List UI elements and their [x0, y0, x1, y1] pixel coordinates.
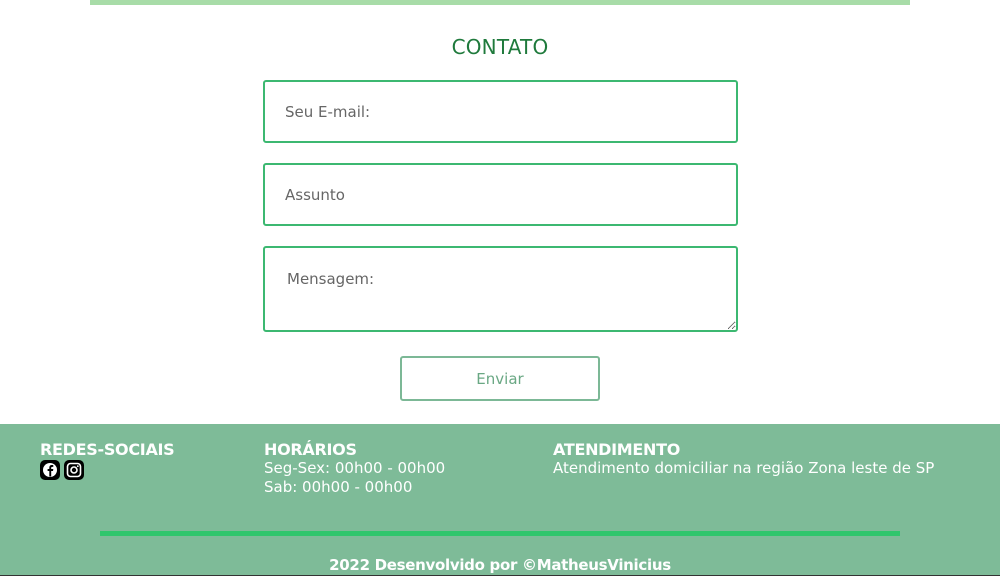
facebook-icon[interactable] [40, 460, 60, 480]
service-text: Atendimento domiciliar na região Zona le… [553, 459, 935, 477]
service-heading: ATENDIMENTO [553, 440, 681, 459]
send-button[interactable]: Enviar [400, 356, 600, 401]
instagram-icon[interactable] [64, 460, 84, 480]
hours-section: HORÁRIOS Seg-Sex: 00h00 - 00h00 Sab: 00h… [264, 440, 445, 497]
hours-heading: HORÁRIOS [264, 440, 357, 459]
social-icons [40, 460, 174, 480]
email-field[interactable] [263, 80, 738, 143]
hours-saturday: Sab: 00h00 - 00h00 [264, 478, 413, 496]
message-field[interactable] [263, 246, 738, 332]
top-accent-bar [90, 0, 910, 5]
hours-weekdays: Seg-Sex: 00h00 - 00h00 [264, 459, 446, 477]
contact-title: CONTATO [451, 35, 549, 59]
copyright-text: 2022 Desenvolvido por ©MatheusVinicius [329, 556, 671, 574]
social-heading: REDES-SOCIAIS [40, 440, 175, 459]
footer: REDES-SOCIAIS HORÁRIOS Seg-Sex: 00h00 - … [0, 424, 1000, 576]
service-section: ATENDIMENTO Atendimento domiciliar na re… [553, 440, 934, 478]
subject-field[interactable] [263, 163, 738, 226]
footer-divider [100, 531, 900, 536]
social-section: REDES-SOCIAIS [40, 440, 175, 480]
